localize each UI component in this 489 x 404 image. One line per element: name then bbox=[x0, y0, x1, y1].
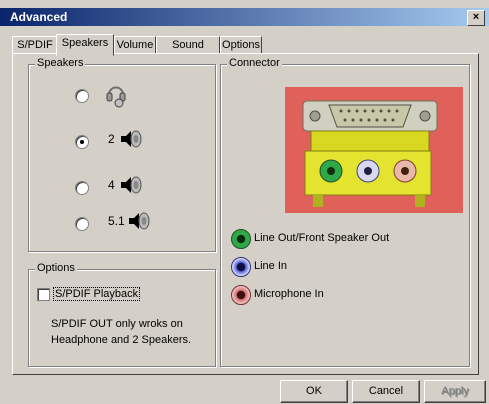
radio-2-speakers[interactable] bbox=[75, 135, 89, 149]
tab-panel: Speakers 2 4 5.1 Options S/PDIF Playback… bbox=[12, 53, 479, 375]
speaker-icon bbox=[119, 173, 143, 200]
radio-4-speakers[interactable] bbox=[75, 181, 89, 195]
speaker-icon bbox=[127, 209, 151, 236]
radio-headphone[interactable] bbox=[75, 89, 89, 103]
spdif-note-line-1: S/PDIF OUT only wroks on bbox=[51, 318, 183, 330]
spdif-playback-label[interactable]: S/PDIF Playback bbox=[53, 287, 141, 301]
options-legend: Options bbox=[35, 262, 77, 274]
radio-5-1-speakers[interactable] bbox=[75, 217, 89, 231]
line-out-jack-icon bbox=[231, 229, 251, 249]
advanced-dialog: Advanced × S/PDIF Speakers Volume Sound … bbox=[0, 0, 489, 404]
options-group: Options S/PDIF Playback S/PDIF OUT only … bbox=[28, 262, 216, 367]
cancel-button[interactable]: Cancel bbox=[352, 380, 420, 403]
speaker-label-4: 4 bbox=[108, 178, 115, 192]
speaker-label-5-1: 5.1 bbox=[108, 214, 125, 228]
spdif-note-line-2: Headphone and 2 Speakers. bbox=[51, 334, 192, 346]
microphone-jack-icon bbox=[231, 285, 251, 305]
ok-button[interactable]: OK bbox=[280, 380, 348, 403]
speakers-legend: Speakers bbox=[35, 57, 86, 69]
tab-speakers[interactable]: Speakers bbox=[56, 34, 114, 56]
spdif-playback-checkbox[interactable] bbox=[37, 288, 50, 301]
headphone-icon bbox=[105, 81, 127, 112]
line-in-jack-icon bbox=[231, 257, 251, 277]
line-in-label: Line In bbox=[254, 260, 288, 272]
connector-group: Connector Line Out/Front Speaker Out Lin… bbox=[220, 57, 470, 367]
title-bar: Advanced × bbox=[0, 8, 489, 26]
speaker-label-2: 2 bbox=[108, 132, 115, 146]
connector-illustration bbox=[285, 87, 463, 216]
connector-legend: Connector bbox=[227, 57, 282, 69]
close-button[interactable]: × bbox=[467, 10, 485, 26]
line-out-label: Line Out/Front Speaker Out bbox=[254, 232, 390, 244]
speakers-group: Speakers 2 4 5.1 bbox=[28, 57, 216, 252]
apply-button[interactable]: Apply bbox=[424, 380, 486, 403]
speaker-icon bbox=[119, 127, 143, 154]
window-title: Advanced bbox=[10, 10, 68, 24]
microphone-in-label: Microphone In bbox=[254, 288, 324, 300]
